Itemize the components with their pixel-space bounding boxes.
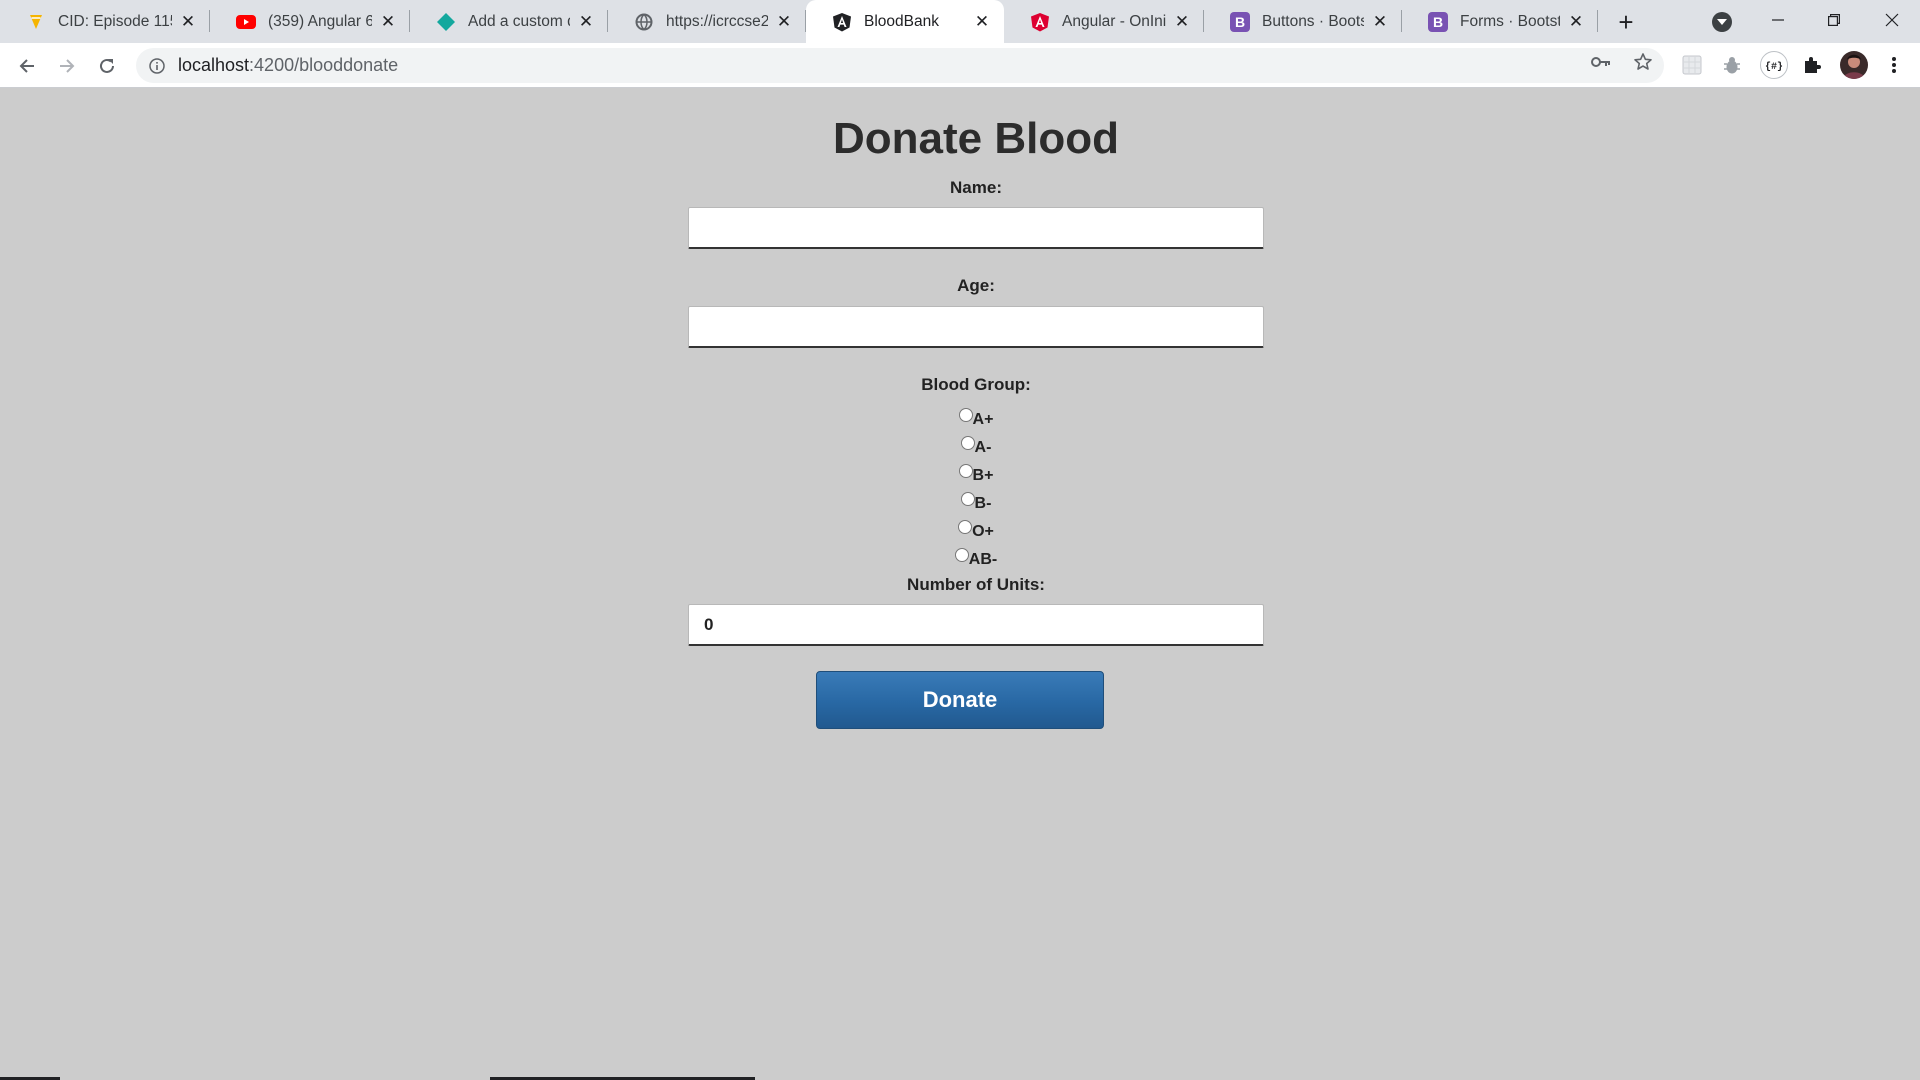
close-window-button[interactable] [1864, 0, 1920, 40]
avatar[interactable] [1840, 51, 1868, 79]
vlc-cone-icon [26, 12, 46, 32]
bug-icon[interactable] [1720, 53, 1744, 77]
donate-button[interactable]: Donate [816, 671, 1104, 729]
svg-text:B: B [1433, 14, 1443, 30]
tab-angular-video[interactable]: (359) Angular 6 B ✕ [210, 0, 410, 43]
extension-grid-icon[interactable] [1680, 53, 1704, 77]
blood-group-option-ab-neg[interactable]: AB- [688, 545, 1264, 569]
name-input[interactable] [688, 207, 1264, 249]
units-input[interactable] [688, 604, 1264, 646]
tab-separator [1597, 10, 1598, 32]
key-icon[interactable] [1590, 51, 1612, 73]
new-tab-button[interactable]: + [1612, 7, 1640, 37]
tab-angular-oninit[interactable]: Angular - OnInit ✕ [1004, 0, 1204, 43]
tab-bloodbank[interactable]: BloodBank ✕ [806, 0, 1004, 43]
browser-tab-strip: CID: Episode 1157 ✕ (359) Angular 6 B ✕ … [0, 0, 1920, 43]
page-content: Donate Blood Name: Age: Blood Group: A+ … [0, 89, 1920, 1080]
tab-bootstrap-forms[interactable]: B Forms · Bootstrap ✕ [1402, 0, 1598, 43]
radio-label: B+ [972, 467, 994, 484]
globe-icon [634, 12, 654, 32]
close-icon[interactable]: ✕ [576, 12, 596, 32]
bootstrap-icon: B [1428, 11, 1448, 32]
reload-icon [100, 58, 114, 73]
close-icon[interactable]: ✕ [178, 12, 198, 32]
forward-button[interactable] [52, 51, 82, 81]
tab-title: Add a custom dor [468, 12, 570, 30]
angular-red-icon [1030, 12, 1050, 32]
close-icon[interactable]: ✕ [1370, 12, 1390, 32]
close-icon[interactable]: ✕ [1172, 12, 1192, 32]
url-text[interactable]: localhost:4200/blooddonate [178, 55, 398, 76]
tab-title: (359) Angular 6 B [268, 12, 372, 30]
url-path: :4200/blooddonate [249, 55, 399, 75]
tab-title: Buttons · Bootstra [1262, 12, 1364, 30]
radio-label: O+ [972, 523, 994, 540]
info-icon[interactable] [148, 57, 166, 75]
blood-group-option-a-neg[interactable]: A- [688, 433, 1264, 457]
tab-title: Angular - OnInit [1062, 12, 1166, 30]
radio-b-neg[interactable] [960, 492, 975, 506]
minimize-button[interactable] [1750, 0, 1806, 40]
url-host: localhost [178, 55, 250, 75]
puzzle-icon[interactable] [1800, 53, 1824, 77]
blood-group-option-o-pos[interactable]: O+ [688, 517, 1264, 541]
blood-group-option-b-pos[interactable]: B+ [688, 461, 1264, 485]
blood-group-option-b-neg[interactable]: B- [688, 489, 1264, 513]
radio-label: B- [974, 495, 992, 512]
angular-dark-icon [832, 12, 852, 32]
radio-label: A- [974, 439, 992, 456]
diamond-icon [436, 12, 456, 32]
tab-icrccse[interactable]: https://icrccse202 ✕ [608, 0, 806, 43]
blood-group-option-a-pos[interactable]: A+ [688, 405, 1264, 429]
tab-search-button[interactable] [1712, 12, 1732, 32]
close-icon[interactable]: ✕ [774, 12, 794, 32]
close-icon[interactable]: ✕ [972, 12, 992, 32]
radio-a-neg[interactable] [960, 436, 975, 450]
tab-title: https://icrccse202 [666, 12, 768, 30]
page-title: Donate Blood [833, 114, 1119, 163]
json-viewer-icon[interactable]: {#} [1760, 51, 1788, 79]
tab-cid-episode[interactable]: CID: Episode 1157 ✕ [0, 0, 210, 43]
radio-ab-neg[interactable] [954, 548, 969, 562]
chevron-down-icon [1717, 19, 1727, 25]
bootstrap-icon: B [1230, 11, 1250, 32]
star-icon[interactable] [1632, 51, 1654, 73]
reload-button[interactable] [92, 51, 122, 81]
youtube-icon [236, 12, 256, 32]
close-icon[interactable]: ✕ [1566, 12, 1586, 32]
kebab-menu-icon[interactable] [1882, 53, 1906, 77]
radio-o-pos[interactable] [958, 520, 973, 534]
age-input[interactable] [688, 306, 1264, 348]
close-icon [1885, 13, 1899, 27]
back-button[interactable] [12, 51, 42, 81]
name-label: Name: [950, 178, 1002, 197]
tab-title: BloodBank [864, 12, 939, 30]
close-icon[interactable]: ✕ [378, 12, 398, 32]
tab-custom-domain[interactable]: Add a custom dor ✕ [410, 0, 608, 43]
tab-title: Forms · Bootstrap [1460, 12, 1560, 30]
restore-button[interactable] [1806, 0, 1862, 40]
minimize-icon [1772, 19, 1784, 21]
radio-label: AB- [968, 551, 998, 568]
tab-bootstrap-buttons[interactable]: B Buttons · Bootstra ✕ [1204, 0, 1402, 43]
browser-toolbar: localhost:4200/blooddonate {#} [0, 43, 1920, 88]
age-label: Age: [957, 276, 995, 295]
arrow-left-icon [19, 59, 34, 73]
svg-text:{#}: {#} [1765, 61, 1783, 71]
restore-icon [1828, 14, 1840, 26]
address-bar[interactable]: localhost:4200/blooddonate [136, 48, 1664, 83]
tab-title: CID: Episode 1157 [58, 12, 172, 30]
radio-label: A+ [972, 411, 994, 428]
svg-text:B: B [1235, 14, 1245, 30]
arrow-right-icon [60, 59, 75, 73]
radio-a-pos[interactable] [958, 408, 973, 422]
units-label: Number of Units: [907, 575, 1045, 594]
radio-b-pos[interactable] [958, 464, 973, 478]
blood-group-label: Blood Group: [921, 375, 1031, 394]
